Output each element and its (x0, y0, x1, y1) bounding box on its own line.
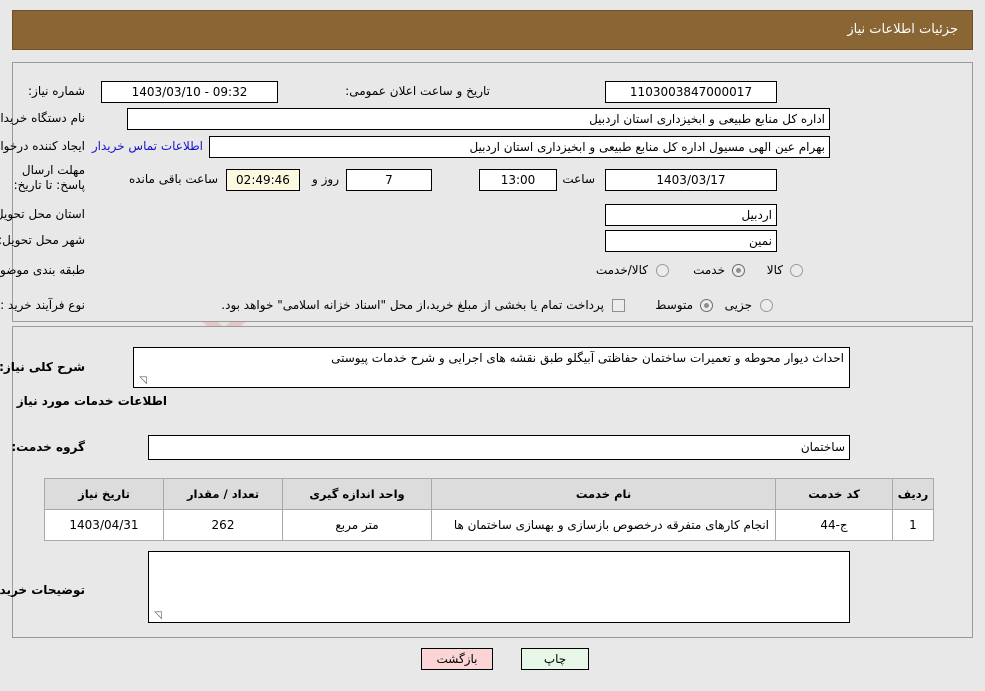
radio-category-goods-service-label: کالا/خدمت (595, 263, 648, 277)
radio-category-service[interactable] (732, 264, 745, 277)
requester-value: بهرام عین الهی مسیول اداره کل منابع طبیع… (209, 136, 830, 158)
cell-unit: متر مربع (282, 509, 432, 541)
radio-process-minor-label: جزیی (724, 298, 752, 312)
radio-process-medium-label: متوسط (655, 298, 693, 312)
radio-category-goods-label: کالا (766, 263, 783, 277)
services-table: ردیف کد خدمت نام خدمت واحد اندازه گیری ت… (44, 478, 934, 541)
need-number-label: شماره نیاز: (28, 84, 85, 98)
buyer-contact-link[interactable]: اطلاعات تماس خریدار (92, 139, 203, 153)
category-label: طبقه بندی موضوعی: (0, 263, 85, 277)
cell-qty: 262 (163, 509, 283, 541)
checkbox-treasury-documents[interactable] (612, 299, 625, 312)
city-label: شهر محل تحویل: (0, 233, 85, 247)
th-unit: واحد اندازه گیری (282, 478, 432, 510)
th-date: تاریخ نیاز (44, 478, 164, 510)
remaining-days-value: 7 (346, 169, 432, 191)
process-label: نوع فرآیند خرید : (0, 298, 85, 312)
buyer-org-label: نام دستگاه خریدار: (0, 111, 85, 125)
resize-grip-icon-2[interactable]: ◹ (152, 611, 162, 621)
need-number-value: 1103003847000017 (605, 81, 777, 103)
buyer-notes-label: توضیحات خریدار; (0, 583, 85, 597)
announce-value: 1403/03/10 - 09:32 (101, 81, 278, 103)
print-button[interactable]: چاپ (521, 648, 589, 670)
th-qty: تعداد / مقدار (163, 478, 283, 510)
deadline-time-label: ساعت (562, 172, 595, 186)
need-desc-value: احداث دیوار محوطه و تعمیرات ساختمان حفاظ… (331, 351, 844, 365)
window-title-bar: جزئیات اطلاعات نیاز (12, 10, 973, 50)
cell-row: 1 (892, 509, 934, 541)
deadline-time-value: 13:00 (479, 169, 557, 191)
requester-label: ایجاد کننده درخواست: (0, 139, 85, 153)
th-name: نام خدمت (431, 478, 776, 510)
radio-process-minor[interactable] (760, 299, 773, 312)
buyer-org-value: اداره کل منابع طبیعی و ابخیزداری استان ا… (127, 108, 830, 130)
table-header-row: ردیف کد خدمت نام خدمت واحد اندازه گیری ت… (44, 478, 934, 510)
cell-name: انجام کارهای متفرقه درخصوص بازسازی و بهس… (431, 509, 776, 541)
announce-label: تاریخ و ساعت اعلان عمومی: (345, 84, 490, 98)
remaining-days-label: روز و (312, 172, 339, 186)
province-label: استان محل تحویل: (0, 207, 85, 221)
resize-grip-icon[interactable]: ◹ (137, 376, 147, 386)
remaining-clock-value: 02:49:46 (226, 169, 300, 191)
remaining-clock-label: ساعت باقی مانده (128, 172, 218, 186)
buyer-notes-textarea[interactable]: ◹ (148, 551, 850, 623)
need-desc-label: شرح کلی نیاز: (0, 360, 85, 374)
checkbox-treasury-documents-label: پرداخت تمام یا بخشی از مبلغ خرید،از محل … (221, 298, 604, 312)
table-row: 1 ج-44 انجام کارهای متفرقه درخصوص بازساز… (44, 509, 934, 541)
radio-category-goods-service[interactable] (656, 264, 669, 277)
th-code: کد خدمت (775, 478, 893, 510)
radio-category-goods[interactable] (790, 264, 803, 277)
service-group-label: گروه خدمت: (11, 440, 85, 454)
city-value: نمین (605, 230, 777, 252)
back-button[interactable]: بازگشت (421, 648, 493, 670)
services-section-title: اطلاعات خدمات مورد نیاز (16, 394, 167, 408)
page-title: جزئیات اطلاعات نیاز (847, 22, 958, 37)
th-row: ردیف (892, 478, 934, 510)
province-value: اردبیل (605, 204, 777, 226)
radio-process-medium[interactable] (700, 299, 713, 312)
service-group-value: ساختمان (148, 435, 850, 460)
need-desc-textarea[interactable]: احداث دیوار محوطه و تعمیرات ساختمان حفاظ… (133, 347, 850, 388)
radio-category-service-label: خدمت (693, 263, 725, 277)
cell-code: ج-44 (775, 509, 893, 541)
cell-date: 1403/04/31 (44, 509, 164, 541)
deadline-label: مهلت ارسال پاسخ: تا تاریخ: (13, 163, 85, 192)
page-root: AriaTender.net جزئیات اطلاعات نیاز شماره… (0, 0, 985, 691)
deadline-date-value: 1403/03/17 (605, 169, 777, 191)
